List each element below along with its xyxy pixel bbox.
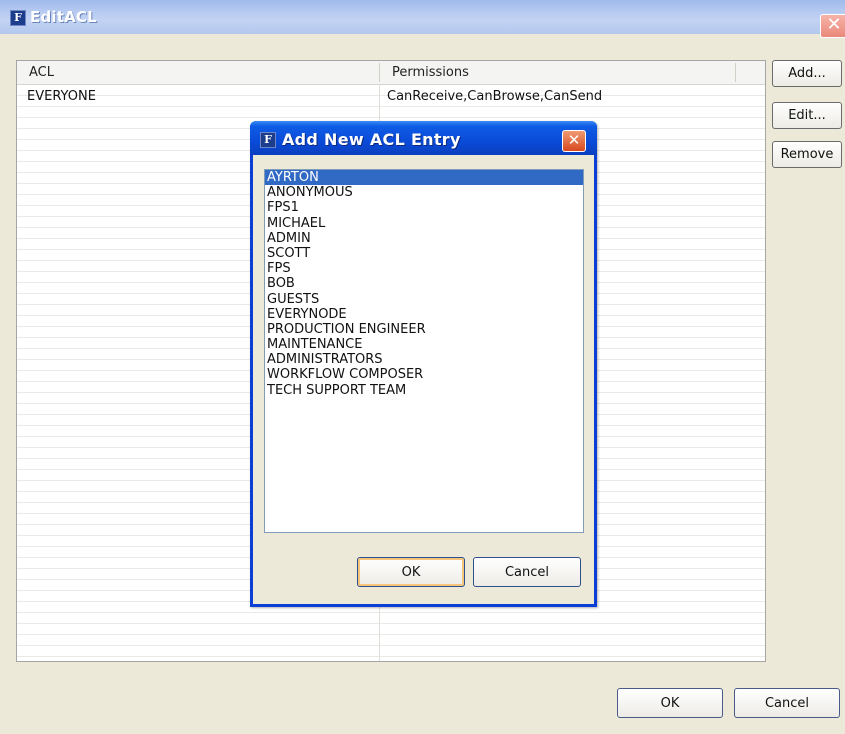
window-titlebar[interactable]: F EditACL ✕: [0, 0, 845, 38]
ok-button[interactable]: OK: [617, 688, 723, 718]
add-acl-entry-dialog: F Add New ACL Entry ✕ AYRTON ANONYMOUS F…: [250, 121, 597, 607]
list-item[interactable]: EVERYNODE: [265, 307, 583, 322]
permissions-cell: CanReceive,CanBrowse,CanSend: [387, 89, 603, 104]
dialog-ok-button[interactable]: OK: [357, 557, 465, 587]
list-item[interactable]: ANONYMOUS: [265, 185, 583, 200]
list-item[interactable]: SCOTT: [265, 246, 583, 261]
list-item[interactable]: BOB: [265, 276, 583, 291]
dialog-body: AYRTON ANONYMOUS FPS1 MICHAEL ADMIN SCOT…: [253, 155, 594, 604]
acl-table-header: ACL Permissions: [17, 61, 765, 85]
edit-button[interactable]: Edit...: [772, 102, 842, 129]
list-item[interactable]: TECH SUPPORT TEAM: [265, 383, 583, 398]
list-item[interactable]: AYRTON: [265, 170, 583, 186]
list-item[interactable]: PRODUCTION ENGINEER: [265, 322, 583, 337]
list-item[interactable]: FPS: [265, 261, 583, 276]
remove-button[interactable]: Remove: [772, 141, 842, 168]
list-item[interactable]: ADMIN: [265, 231, 583, 246]
column-separator[interactable]: [735, 63, 736, 82]
app-icon: F: [10, 10, 26, 26]
list-item[interactable]: WORKFLOW COMPOSER: [265, 367, 583, 382]
list-item[interactable]: MAINTENANCE: [265, 337, 583, 352]
dialog-close-button[interactable]: ✕: [562, 130, 586, 152]
user-group-listbox[interactable]: AYRTON ANONYMOUS FPS1 MICHAEL ADMIN SCOT…: [264, 169, 584, 533]
list-item[interactable]: ADMINISTRATORS: [265, 352, 583, 367]
dialog-cancel-button[interactable]: Cancel: [473, 557, 581, 587]
table-row[interactable]: EVERYONE CanReceive,CanBrowse,CanSend: [17, 85, 765, 105]
dialog-app-icon: F: [260, 132, 276, 148]
list-item[interactable]: GUESTS: [265, 292, 583, 307]
cancel-button[interactable]: Cancel: [734, 688, 840, 718]
dialog-title: Add New ACL Entry: [282, 130, 461, 149]
window-title: EditACL: [30, 8, 97, 26]
column-header-acl[interactable]: ACL: [17, 61, 379, 84]
acl-cell: EVERYONE: [27, 89, 96, 104]
list-item[interactable]: MICHAEL: [265, 216, 583, 231]
window-close-button[interactable]: ✕: [820, 14, 845, 38]
add-button[interactable]: Add...: [772, 60, 842, 87]
dialog-titlebar[interactable]: F Add New ACL Entry ✕: [250, 121, 597, 155]
column-header-permissions[interactable]: Permissions: [380, 61, 735, 84]
list-item[interactable]: FPS1: [265, 200, 583, 215]
